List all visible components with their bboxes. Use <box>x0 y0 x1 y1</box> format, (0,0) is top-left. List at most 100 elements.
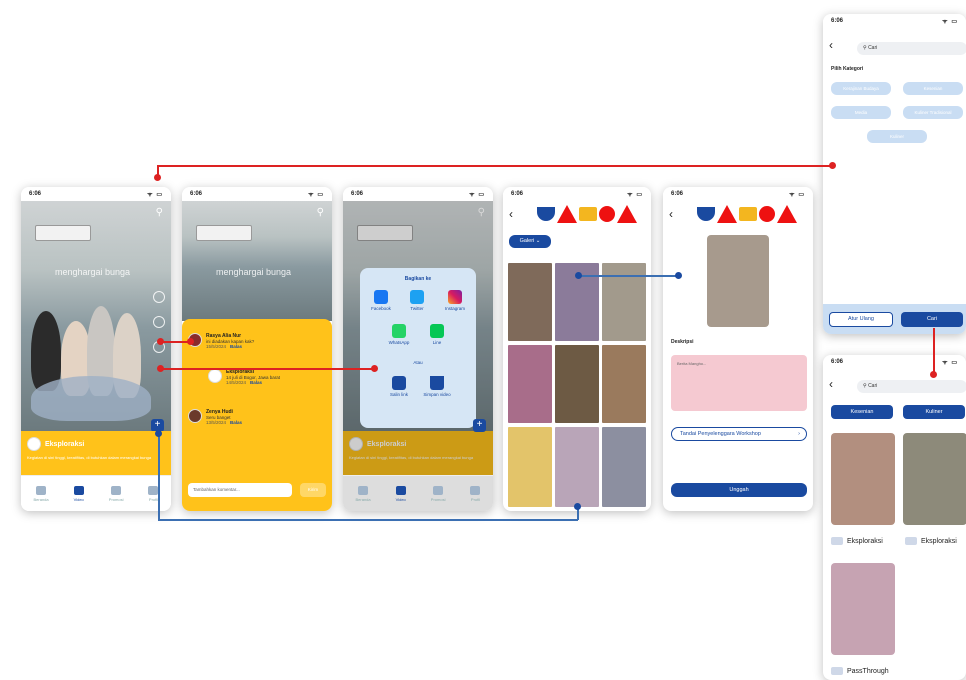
reply-link[interactable]: Balas <box>230 420 242 425</box>
back-icon[interactable]: ‹ <box>669 207 673 221</box>
promo-icon <box>111 485 122 495</box>
gallery-filter[interactable]: Galeri ⌄ <box>509 235 551 248</box>
nav-beranda[interactable]: Beranda <box>34 485 49 502</box>
desc-textarea[interactable]: Berita Mangho... <box>671 355 807 411</box>
wall-text: menghargai bunga <box>216 267 292 277</box>
tag-organizer-button[interactable]: Tandai Penyelenggara Workshop › <box>671 427 807 441</box>
status-time: 6:06 <box>831 18 844 24</box>
share-whatsapp[interactable]: WhatsApp <box>382 324 416 345</box>
nav-profil[interactable]: Profil <box>470 485 481 502</box>
gallery-thumb[interactable] <box>508 263 552 341</box>
gallery-thumb[interactable] <box>508 427 552 507</box>
nav-promosi[interactable]: Promosi <box>109 485 123 502</box>
chip-kesenian[interactable]: Kesenian <box>831 405 893 419</box>
share-sheet: Bagikan ke Facebook Twitter Instagram Wh… <box>360 268 476 428</box>
reply-link[interactable]: Balas <box>230 344 242 349</box>
nav-video[interactable]: Video <box>74 485 84 502</box>
share-line[interactable]: Line <box>420 324 454 345</box>
gallery-thumb[interactable] <box>602 427 646 507</box>
share-title: Bagikan ke <box>404 276 432 282</box>
flow-dot <box>371 365 378 372</box>
chevron-right-icon: › <box>798 431 800 437</box>
status-icons: ᯤ ▭ <box>789 192 805 198</box>
ac-unit <box>196 225 252 241</box>
chip-kuliner[interactable]: Kuliner <box>867 130 927 143</box>
reply-link[interactable]: Balas <box>250 380 262 385</box>
comment-icon[interactable] <box>153 316 165 328</box>
nav-beranda[interactable]: Beranda <box>356 485 371 502</box>
search-icon[interactable]: ⚲ <box>478 207 485 218</box>
flow-dot <box>154 174 161 181</box>
chip-kuliner[interactable]: Kuliner <box>903 405 965 419</box>
copy-link-button[interactable]: Salin link <box>382 376 416 397</box>
nav-video[interactable]: Video <box>396 485 406 502</box>
nav-promosi[interactable]: Promosi <box>431 485 445 502</box>
video-frame: menghargai bunga ⚲ <box>182 201 332 321</box>
gallery-thumb[interactable] <box>555 345 599 423</box>
category-title: Pilih Kategori <box>831 66 864 72</box>
share-twitter[interactable]: Twitter <box>400 290 434 311</box>
like-icon[interactable] <box>153 291 165 303</box>
comment-input[interactable]: Tambahkan komentar... <box>188 483 292 497</box>
comment-item: Eksploraksi 14 juli di Bogor, Jawa barat … <box>208 369 280 385</box>
search-button[interactable]: Cari <box>901 312 963 327</box>
screen-upload: 6:06 ᯤ ▭ ‹ Deskripsi Berita Mangho... Ta… <box>663 187 813 511</box>
result-thumb[interactable] <box>903 433 966 525</box>
video-frame[interactable]: menghargai bunga ⚲ <box>21 201 171 431</box>
chip-kuliner-tradisional[interactable]: Kuliner Tradisional <box>903 106 963 119</box>
result-thumb[interactable] <box>831 433 895 525</box>
status-time: 6:06 <box>351 191 364 197</box>
flow-dot <box>829 162 836 169</box>
share-facebook[interactable]: Facebook <box>364 290 398 311</box>
result-title[interactable]: PassThrough <box>831 667 889 675</box>
flow-line <box>160 341 190 343</box>
status-icons: ᯤ ▭ <box>147 192 163 198</box>
back-icon[interactable]: ‹ <box>829 377 833 391</box>
reset-button[interactable]: Atur Ulang <box>829 312 893 327</box>
instagram-icon <box>448 290 462 304</box>
search-icon[interactable]: ⚲ <box>317 207 324 218</box>
commenter-avatar <box>208 369 222 383</box>
status-bar: 6:06 ᯤ ▭ <box>21 187 171 201</box>
search-input[interactable]: ⚲ Cari <box>857 380 966 393</box>
chip-kerajinan-budaya[interactable]: Kerajinan Budaya <box>831 82 891 95</box>
flow-line <box>160 368 374 370</box>
search-icon[interactable]: ⚲ <box>156 207 163 218</box>
channel-avatar <box>905 537 917 545</box>
upload-button[interactable]: Unggah <box>671 483 807 497</box>
flow-dot <box>675 272 682 279</box>
add-button[interactable]: + <box>473 419 486 432</box>
gallery-thumb[interactable] <box>508 345 552 423</box>
back-icon[interactable]: ‹ <box>509 207 513 221</box>
channel-avatar[interactable] <box>27 437 41 451</box>
download-icon <box>430 376 444 390</box>
screen-results: 6:06 ᯤ ▭ ‹ ⚲ Cari Kesenian Kuliner Ekspl… <box>823 355 966 680</box>
commenter-avatar <box>188 409 202 423</box>
share-instagram[interactable]: Instagram <box>438 290 472 311</box>
result-thumb[interactable] <box>831 563 895 655</box>
video-desc: Kegiatan di sini tinggi, kreatifitas, di… <box>349 455 474 460</box>
chip-media[interactable]: Media <box>831 106 891 119</box>
selected-media[interactable] <box>707 235 769 327</box>
channel-name[interactable]: Eksploraksi <box>45 441 84 448</box>
result-title[interactable]: Eksploraksi <box>905 537 957 545</box>
gallery-thumb[interactable] <box>602 345 646 423</box>
result-title[interactable]: Eksploraksi <box>831 537 883 545</box>
ac-unit <box>35 225 91 241</box>
save-video-button[interactable]: Simpan video <box>420 376 454 397</box>
back-icon[interactable]: ‹ <box>829 38 833 52</box>
status-bar: 6:06 ᯤ ▭ <box>343 187 493 201</box>
status-time: 6:06 <box>29 191 42 197</box>
flow-dot <box>157 365 164 372</box>
status-time: 6:06 <box>831 359 844 365</box>
send-button[interactable]: Kirim <box>300 483 326 497</box>
gallery-thumb[interactable] <box>555 427 599 507</box>
promo-icon <box>433 485 444 495</box>
flow-dot <box>575 272 582 279</box>
flow-dot <box>157 338 164 345</box>
search-input[interactable]: ⚲ Cari <box>857 42 966 55</box>
nav-profil[interactable]: Profil <box>148 485 159 502</box>
chip-kesenian[interactable]: Kesenian <box>903 82 963 95</box>
brand-banner <box>537 205 637 223</box>
twitter-icon <box>410 290 424 304</box>
